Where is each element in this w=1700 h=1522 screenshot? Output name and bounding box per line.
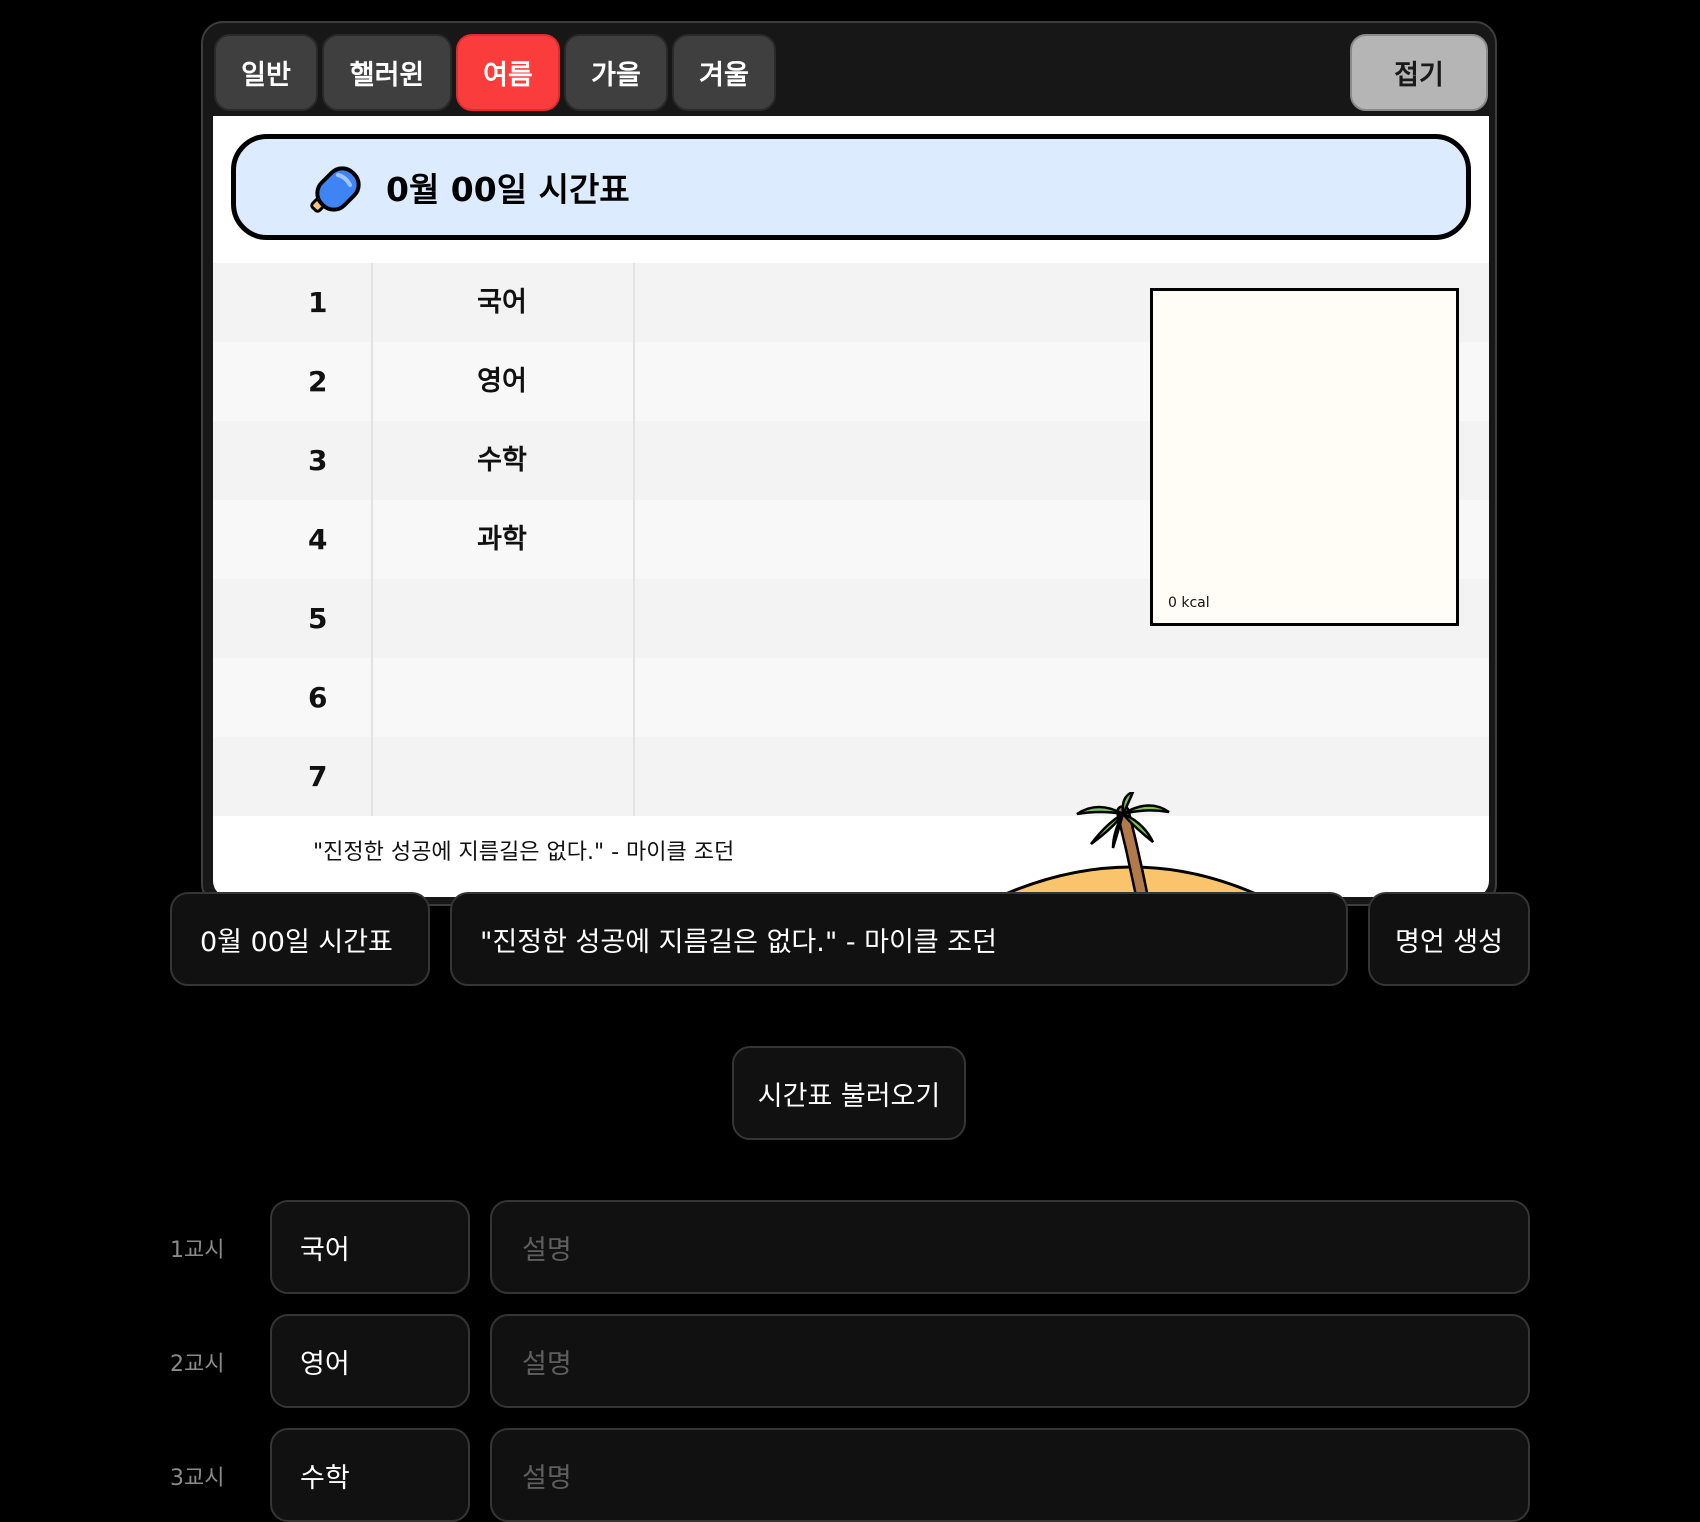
- period-number: 1: [308, 286, 328, 319]
- palm-island-icon: [995, 792, 1266, 897]
- title-input[interactable]: 0월 00일 시간표: [170, 892, 430, 986]
- subject-input-value: 수학: [300, 1462, 350, 1494]
- load-timetable-button[interactable]: 시간표 불러오기: [732, 1046, 966, 1140]
- meal-panel: 0 kcal: [1150, 288, 1459, 626]
- timetable-sheet: 0월 00일 시간표 1 국어 2 영어 3 수학 4 과학 5 6 7 0 k…: [213, 116, 1489, 897]
- timetable-preview-card: 일반 핼러윈 여름 가을 겨울 접기 0월 00일 시간표 1 국어 2 영어 …: [201, 21, 1497, 906]
- period-number: 3: [308, 444, 328, 477]
- period-subject: 국어: [477, 287, 527, 318]
- period-number: 7: [308, 760, 328, 793]
- period-number: 5: [308, 602, 328, 635]
- tab-winter[interactable]: 겨울: [672, 34, 776, 111]
- period-number: 6: [308, 681, 328, 714]
- column-divider: [371, 263, 373, 816]
- subject-input-value: 국어: [300, 1234, 350, 1266]
- description-input[interactable]: 설명: [490, 1200, 1530, 1294]
- subject-input-value: 영어: [300, 1348, 350, 1380]
- column-divider: [633, 263, 635, 816]
- preview-quote: "진정한 성공에 지름길은 없다." - 마이클 조던: [313, 840, 735, 865]
- period-subject: 과학: [477, 524, 527, 555]
- subject-input[interactable]: 영어: [270, 1314, 470, 1408]
- period-subject: 수학: [477, 445, 527, 476]
- subject-input[interactable]: 국어: [270, 1200, 470, 1294]
- tab-autumn[interactable]: 가을: [564, 34, 668, 111]
- description-placeholder: 설명: [522, 1234, 572, 1266]
- period-row: 6: [213, 658, 1489, 737]
- period-subject: 영어: [477, 366, 527, 397]
- fold-button[interactable]: 접기: [1350, 34, 1488, 111]
- meal-kcal: 0 kcal: [1168, 595, 1210, 611]
- description-input[interactable]: 설명: [490, 1314, 1530, 1408]
- load-timetable-label: 시간표 불러오기: [757, 1080, 941, 1112]
- description-placeholder: 설명: [522, 1348, 572, 1380]
- period-number: 4: [308, 523, 328, 556]
- popsicle-icon: [310, 166, 361, 213]
- tab-general[interactable]: 일반: [214, 34, 318, 111]
- period-label: 3교시: [170, 1466, 225, 1491]
- description-placeholder: 설명: [522, 1462, 572, 1494]
- quote-input[interactable]: "진정한 성공에 지름길은 없다." - 마이클 조던: [450, 892, 1348, 986]
- period-number: 2: [308, 365, 328, 398]
- timetable-title: 0월 00일 시간표: [386, 170, 630, 209]
- description-input[interactable]: 설명: [490, 1428, 1530, 1522]
- generate-quote-label: 명언 생성: [1395, 926, 1503, 958]
- tab-halloween[interactable]: 핼러윈: [322, 34, 452, 111]
- period-label: 2교시: [170, 1352, 225, 1377]
- period-label: 1교시: [170, 1238, 225, 1263]
- title-input-value: 0월 00일 시간표: [200, 926, 393, 958]
- timetable-title-banner: 0월 00일 시간표: [231, 134, 1471, 240]
- quote-input-value: "진정한 성공에 지름길은 없다." - 마이클 조던: [480, 926, 997, 958]
- tab-summer[interactable]: 여름: [456, 34, 560, 111]
- generate-quote-button[interactable]: 명언 생성: [1368, 892, 1530, 986]
- subject-input[interactable]: 수학: [270, 1428, 470, 1522]
